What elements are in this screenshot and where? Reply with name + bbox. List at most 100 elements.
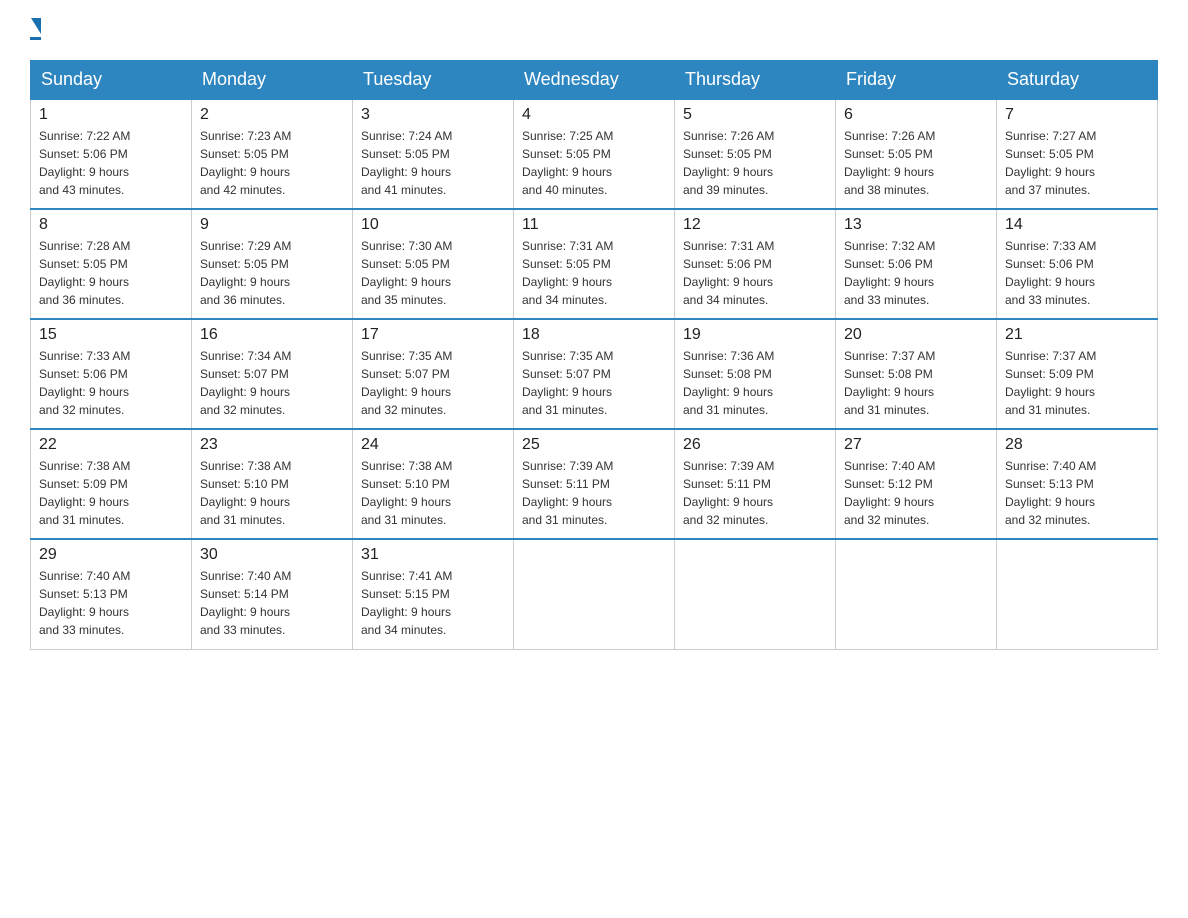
calendar-cell: 2 Sunrise: 7:23 AM Sunset: 5:05 PM Dayli… bbox=[192, 99, 353, 209]
day-info: Sunrise: 7:22 AM Sunset: 5:06 PM Dayligh… bbox=[39, 127, 183, 199]
day-info: Sunrise: 7:35 AM Sunset: 5:07 PM Dayligh… bbox=[361, 347, 505, 419]
day-number: 6 bbox=[844, 106, 988, 124]
day-number: 10 bbox=[361, 216, 505, 234]
calendar-cell: 15 Sunrise: 7:33 AM Sunset: 5:06 PM Dayl… bbox=[31, 319, 192, 429]
day-number: 3 bbox=[361, 106, 505, 124]
day-info: Sunrise: 7:36 AM Sunset: 5:08 PM Dayligh… bbox=[683, 347, 827, 419]
calendar-cell: 22 Sunrise: 7:38 AM Sunset: 5:09 PM Dayl… bbox=[31, 429, 192, 539]
day-info: Sunrise: 7:30 AM Sunset: 5:05 PM Dayligh… bbox=[361, 237, 505, 309]
calendar-cell: 3 Sunrise: 7:24 AM Sunset: 5:05 PM Dayli… bbox=[353, 99, 514, 209]
day-number: 28 bbox=[1005, 436, 1149, 454]
day-info: Sunrise: 7:37 AM Sunset: 5:09 PM Dayligh… bbox=[1005, 347, 1149, 419]
day-number: 25 bbox=[522, 436, 666, 454]
day-number: 7 bbox=[1005, 106, 1149, 124]
day-number: 29 bbox=[39, 546, 183, 564]
logo-underline bbox=[30, 37, 41, 40]
day-info: Sunrise: 7:32 AM Sunset: 5:06 PM Dayligh… bbox=[844, 237, 988, 309]
calendar-cell bbox=[836, 539, 997, 649]
day-number: 14 bbox=[1005, 216, 1149, 234]
day-info: Sunrise: 7:38 AM Sunset: 5:09 PM Dayligh… bbox=[39, 457, 183, 529]
day-number: 11 bbox=[522, 216, 666, 234]
day-number: 23 bbox=[200, 436, 344, 454]
day-number: 12 bbox=[683, 216, 827, 234]
calendar-cell bbox=[514, 539, 675, 649]
day-number: 20 bbox=[844, 326, 988, 344]
calendar-cell: 20 Sunrise: 7:37 AM Sunset: 5:08 PM Dayl… bbox=[836, 319, 997, 429]
day-info: Sunrise: 7:28 AM Sunset: 5:05 PM Dayligh… bbox=[39, 237, 183, 309]
header-sunday: Sunday bbox=[31, 61, 192, 100]
day-number: 31 bbox=[361, 546, 505, 564]
day-info: Sunrise: 7:26 AM Sunset: 5:05 PM Dayligh… bbox=[683, 127, 827, 199]
logo-arrow-icon bbox=[31, 18, 41, 34]
day-number: 30 bbox=[200, 546, 344, 564]
day-number: 4 bbox=[522, 106, 666, 124]
day-info: Sunrise: 7:39 AM Sunset: 5:11 PM Dayligh… bbox=[683, 457, 827, 529]
calendar-cell: 4 Sunrise: 7:25 AM Sunset: 5:05 PM Dayli… bbox=[514, 99, 675, 209]
calendar-cell bbox=[675, 539, 836, 649]
calendar-cell: 8 Sunrise: 7:28 AM Sunset: 5:05 PM Dayli… bbox=[31, 209, 192, 319]
day-info: Sunrise: 7:41 AM Sunset: 5:15 PM Dayligh… bbox=[361, 567, 505, 639]
day-number: 26 bbox=[683, 436, 827, 454]
calendar-cell: 19 Sunrise: 7:36 AM Sunset: 5:08 PM Dayl… bbox=[675, 319, 836, 429]
calendar-cell: 13 Sunrise: 7:32 AM Sunset: 5:06 PM Dayl… bbox=[836, 209, 997, 319]
header-monday: Monday bbox=[192, 61, 353, 100]
logo-blue-part bbox=[30, 20, 41, 40]
day-number: 18 bbox=[522, 326, 666, 344]
calendar-cell: 6 Sunrise: 7:26 AM Sunset: 5:05 PM Dayli… bbox=[836, 99, 997, 209]
day-number: 17 bbox=[361, 326, 505, 344]
day-number: 9 bbox=[200, 216, 344, 234]
day-info: Sunrise: 7:38 AM Sunset: 5:10 PM Dayligh… bbox=[361, 457, 505, 529]
calendar-cell: 23 Sunrise: 7:38 AM Sunset: 5:10 PM Dayl… bbox=[192, 429, 353, 539]
calendar-cell: 14 Sunrise: 7:33 AM Sunset: 5:06 PM Dayl… bbox=[997, 209, 1158, 319]
calendar-cell: 5 Sunrise: 7:26 AM Sunset: 5:05 PM Dayli… bbox=[675, 99, 836, 209]
calendar-table: SundayMondayTuesdayWednesdayThursdayFrid… bbox=[30, 60, 1158, 650]
day-info: Sunrise: 7:27 AM Sunset: 5:05 PM Dayligh… bbox=[1005, 127, 1149, 199]
calendar-cell: 24 Sunrise: 7:38 AM Sunset: 5:10 PM Dayl… bbox=[353, 429, 514, 539]
calendar-cell: 27 Sunrise: 7:40 AM Sunset: 5:12 PM Dayl… bbox=[836, 429, 997, 539]
day-number: 8 bbox=[39, 216, 183, 234]
day-info: Sunrise: 7:23 AM Sunset: 5:05 PM Dayligh… bbox=[200, 127, 344, 199]
calendar-cell: 21 Sunrise: 7:37 AM Sunset: 5:09 PM Dayl… bbox=[997, 319, 1158, 429]
day-info: Sunrise: 7:34 AM Sunset: 5:07 PM Dayligh… bbox=[200, 347, 344, 419]
calendar-cell: 18 Sunrise: 7:35 AM Sunset: 5:07 PM Dayl… bbox=[514, 319, 675, 429]
day-number: 16 bbox=[200, 326, 344, 344]
header-thursday: Thursday bbox=[675, 61, 836, 100]
day-number: 2 bbox=[200, 106, 344, 124]
calendar-cell: 12 Sunrise: 7:31 AM Sunset: 5:06 PM Dayl… bbox=[675, 209, 836, 319]
calendar-cell: 26 Sunrise: 7:39 AM Sunset: 5:11 PM Dayl… bbox=[675, 429, 836, 539]
calendar-header-row: SundayMondayTuesdayWednesdayThursdayFrid… bbox=[31, 61, 1158, 100]
calendar-cell bbox=[997, 539, 1158, 649]
calendar-cell: 31 Sunrise: 7:41 AM Sunset: 5:15 PM Dayl… bbox=[353, 539, 514, 649]
day-number: 27 bbox=[844, 436, 988, 454]
day-info: Sunrise: 7:40 AM Sunset: 5:13 PM Dayligh… bbox=[39, 567, 183, 639]
day-info: Sunrise: 7:39 AM Sunset: 5:11 PM Dayligh… bbox=[522, 457, 666, 529]
day-info: Sunrise: 7:33 AM Sunset: 5:06 PM Dayligh… bbox=[39, 347, 183, 419]
day-info: Sunrise: 7:29 AM Sunset: 5:05 PM Dayligh… bbox=[200, 237, 344, 309]
day-number: 13 bbox=[844, 216, 988, 234]
calendar-cell: 25 Sunrise: 7:39 AM Sunset: 5:11 PM Dayl… bbox=[514, 429, 675, 539]
calendar-cell: 1 Sunrise: 7:22 AM Sunset: 5:06 PM Dayli… bbox=[31, 99, 192, 209]
calendar-cell: 29 Sunrise: 7:40 AM Sunset: 5:13 PM Dayl… bbox=[31, 539, 192, 649]
calendar-week-5: 29 Sunrise: 7:40 AM Sunset: 5:13 PM Dayl… bbox=[31, 539, 1158, 649]
logo bbox=[30, 20, 41, 40]
day-info: Sunrise: 7:31 AM Sunset: 5:05 PM Dayligh… bbox=[522, 237, 666, 309]
calendar-cell: 11 Sunrise: 7:31 AM Sunset: 5:05 PM Dayl… bbox=[514, 209, 675, 319]
calendar-week-2: 8 Sunrise: 7:28 AM Sunset: 5:05 PM Dayli… bbox=[31, 209, 1158, 319]
day-info: Sunrise: 7:33 AM Sunset: 5:06 PM Dayligh… bbox=[1005, 237, 1149, 309]
day-number: 22 bbox=[39, 436, 183, 454]
day-info: Sunrise: 7:40 AM Sunset: 5:14 PM Dayligh… bbox=[200, 567, 344, 639]
day-number: 5 bbox=[683, 106, 827, 124]
calendar-cell: 16 Sunrise: 7:34 AM Sunset: 5:07 PM Dayl… bbox=[192, 319, 353, 429]
day-info: Sunrise: 7:40 AM Sunset: 5:12 PM Dayligh… bbox=[844, 457, 988, 529]
day-info: Sunrise: 7:31 AM Sunset: 5:06 PM Dayligh… bbox=[683, 237, 827, 309]
header-tuesday: Tuesday bbox=[353, 61, 514, 100]
calendar-cell: 9 Sunrise: 7:29 AM Sunset: 5:05 PM Dayli… bbox=[192, 209, 353, 319]
day-number: 15 bbox=[39, 326, 183, 344]
calendar-cell: 7 Sunrise: 7:27 AM Sunset: 5:05 PM Dayli… bbox=[997, 99, 1158, 209]
day-info: Sunrise: 7:35 AM Sunset: 5:07 PM Dayligh… bbox=[522, 347, 666, 419]
header-saturday: Saturday bbox=[997, 61, 1158, 100]
day-info: Sunrise: 7:40 AM Sunset: 5:13 PM Dayligh… bbox=[1005, 457, 1149, 529]
day-info: Sunrise: 7:37 AM Sunset: 5:08 PM Dayligh… bbox=[844, 347, 988, 419]
calendar-week-3: 15 Sunrise: 7:33 AM Sunset: 5:06 PM Dayl… bbox=[31, 319, 1158, 429]
calendar-cell: 28 Sunrise: 7:40 AM Sunset: 5:13 PM Dayl… bbox=[997, 429, 1158, 539]
